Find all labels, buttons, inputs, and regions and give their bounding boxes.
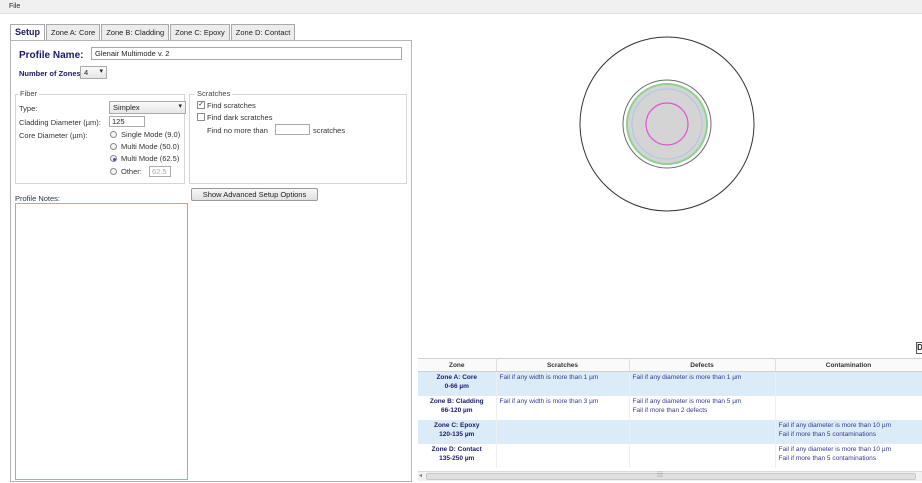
scratch-limit-input[interactable]: [275, 124, 310, 135]
defects-cell: [629, 443, 776, 468]
core-single-mode-label: Single Mode (9.0): [121, 130, 181, 139]
tab-zone-b-cladding[interactable]: Zone B: Cladding: [101, 24, 170, 40]
scratches-cell: [496, 443, 630, 468]
core-multi-mode-62-label: Multi Mode (62.5): [121, 154, 180, 163]
table-row[interactable]: Zone C: Epoxy 120-135 µm Fail if any diam…: [418, 419, 922, 444]
defects-rule: Fail if any diameter is more than 1 µm: [632, 374, 742, 381]
cladding-diameter-label: Cladding Diameter (µm):: [19, 118, 101, 127]
core-diameter-label: Core Diameter (µm):: [19, 131, 88, 140]
fiber-viewer: [412, 14, 922, 358]
core-other-radio[interactable]: [110, 168, 117, 175]
header-scratches[interactable]: Scratches: [496, 358, 630, 372]
zone-range: 135-250 µm: [439, 454, 475, 462]
menu-file[interactable]: File: [9, 3, 20, 10]
contamination-rule: Fail if more than 5 contaminations: [778, 454, 877, 462]
scratches-group-title: Scratches: [195, 89, 233, 98]
scrollbar-thumb[interactable]: ⁞⁞⁞: [426, 472, 916, 480]
contamination-rule: Fail if more than 5 contaminations: [778, 430, 877, 438]
contamination-rule: Fail if any diameter is more than 10 µm: [778, 421, 891, 429]
zone-cell: Zone D: Contact 135-250 µm: [418, 443, 497, 468]
table-horizontal-scrollbar[interactable]: ◂ ⁞⁞⁞: [418, 471, 922, 481]
defects-rule: Fail if any diameter is more than 5 µm: [632, 397, 742, 405]
fiber-endface-diagram: [579, 36, 755, 212]
defects-cell: [629, 419, 776, 444]
fiber-type-label: Type:: [19, 104, 38, 113]
core-multi-mode-62-radio[interactable]: [110, 155, 117, 162]
tab-setup[interactable]: Setup: [10, 24, 46, 41]
scratches-suffix-label: scratches: [313, 126, 346, 135]
fiber-group-title: Fiber: [18, 89, 40, 98]
app-window: File Setup Zone A: Core Zone B: Cladding…: [0, 0, 922, 483]
tab-strip: Setup Zone A: Core Zone B: Cladding Zone…: [10, 24, 296, 41]
profile-name-label: Profile Name:: [19, 50, 84, 61]
profile-notes-label: Profile Notes:: [15, 194, 61, 203]
contamination-rule: Fail if any diameter is more than 10 µm: [778, 445, 891, 453]
scroll-left-icon[interactable]: ◂: [419, 472, 422, 479]
table-row[interactable]: Zone B: Cladding 66-120 µm Fail if any wi…: [418, 395, 922, 420]
setup-panel: Profile Name: Glenair Multimode v. 2 Num…: [10, 40, 412, 482]
contamination-cell: [775, 395, 922, 420]
header-defects[interactable]: Defects: [629, 358, 776, 372]
find-dark-scratches-label: Find dark scratches: [207, 113, 273, 122]
contamination-cell: [775, 371, 922, 396]
zone-range: 0-66 µm: [444, 383, 469, 390]
core-multi-mode-50-radio[interactable]: [110, 143, 117, 150]
find-scratches-checkbox[interactable]: ✓: [197, 101, 205, 109]
zone-cell: Zone C: Epoxy 120-135 µm: [418, 419, 497, 444]
profile-name-input[interactable]: Glenair Multimode v. 2: [91, 47, 402, 60]
cladding-zone-disk: [626, 83, 708, 165]
find-no-more-than-label: Find no more than: [207, 126, 268, 135]
cladding-diameter-input[interactable]: 125: [109, 116, 145, 127]
find-dark-scratches-checkbox[interactable]: [197, 113, 205, 121]
zone-cell: Zone B: Cladding 66-120 µm: [418, 395, 497, 420]
header-contamination[interactable]: Contamination: [775, 358, 922, 372]
side-panel-tab[interactable]: D: [916, 342, 922, 354]
core-single-mode-radio[interactable]: [110, 131, 117, 138]
scratches-cell: [496, 419, 630, 444]
zones-table: Zone Scratches Defects Contamination Zon…: [418, 358, 922, 468]
contamination-cell: Fail if any diameter is more than 10 µm F…: [775, 443, 922, 468]
fiber-type-value: Simplex: [113, 103, 140, 112]
defects-rule: Fail if more than 2 defects: [632, 406, 708, 414]
chevron-down-icon: ▾: [178, 103, 182, 110]
zone-range: 66-120 µm: [440, 406, 473, 414]
tab-zone-d-contact[interactable]: Zone D: Contact: [230, 24, 296, 40]
scratches-cell: Fail if any width is more than 3 µm: [496, 395, 630, 420]
zone-name: Zone D: Contact: [431, 445, 482, 453]
profile-notes-textarea[interactable]: [15, 203, 188, 480]
contamination-cell: Fail if any diameter is more than 10 µm F…: [775, 419, 922, 444]
table-row[interactable]: Zone A: Core 0-66 µm Fail if any width is…: [418, 371, 922, 396]
chevron-down-icon: ▾: [99, 68, 103, 75]
number-of-zones-value: 4: [84, 68, 89, 77]
fiber-type-select[interactable]: Simplex ▾: [109, 101, 186, 114]
menu-bar: File: [0, 0, 922, 14]
advanced-setup-button[interactable]: Show Advanced Setup Options: [191, 188, 318, 201]
find-scratches-label: Find scratches: [207, 101, 256, 110]
tab-zone-a-core[interactable]: Zone A: Core: [46, 24, 101, 40]
header-zone[interactable]: Zone: [418, 358, 497, 372]
tab-zone-c-epoxy[interactable]: Zone C: Epoxy: [170, 24, 230, 40]
table-row[interactable]: Zone D: Contact 135-250 µm Fail if any di…: [418, 443, 922, 468]
number-of-zones-select[interactable]: 4 ▾: [80, 66, 107, 79]
zone-name: Zone C: Epoxy: [433, 421, 480, 429]
zone-range: 120-135 µm: [439, 430, 475, 438]
zone-name: Zone A: Core: [436, 374, 478, 381]
scratches-cell: Fail if any width is more than 1 µm: [496, 371, 630, 396]
core-other-input[interactable]: 62.5: [149, 166, 171, 177]
zone-name: Zone B: Cladding: [429, 397, 484, 405]
core-multi-mode-50-label: Multi Mode (50.0): [121, 142, 180, 151]
zone-cell: Zone A: Core 0-66 µm: [418, 371, 497, 396]
table-header-row: Zone Scratches Defects Contamination: [418, 358, 922, 372]
defects-cell: Fail if any diameter is more than 5 µm Fa…: [629, 395, 776, 420]
core-other-label: Other:: [121, 167, 142, 176]
grip-icon: ⁞⁞⁞: [657, 472, 663, 479]
number-of-zones-label: Number of Zones:: [19, 69, 84, 78]
defects-cell: Fail if any diameter is more than 1 µm: [629, 371, 776, 396]
